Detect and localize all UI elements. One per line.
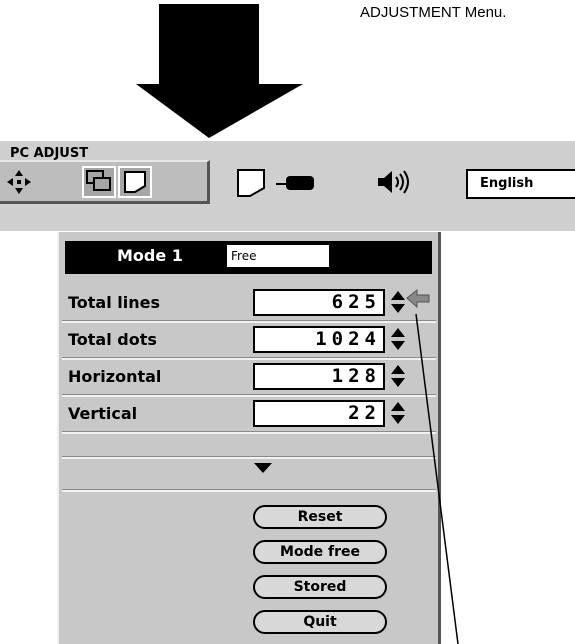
- callout-line: [415, 313, 459, 644]
